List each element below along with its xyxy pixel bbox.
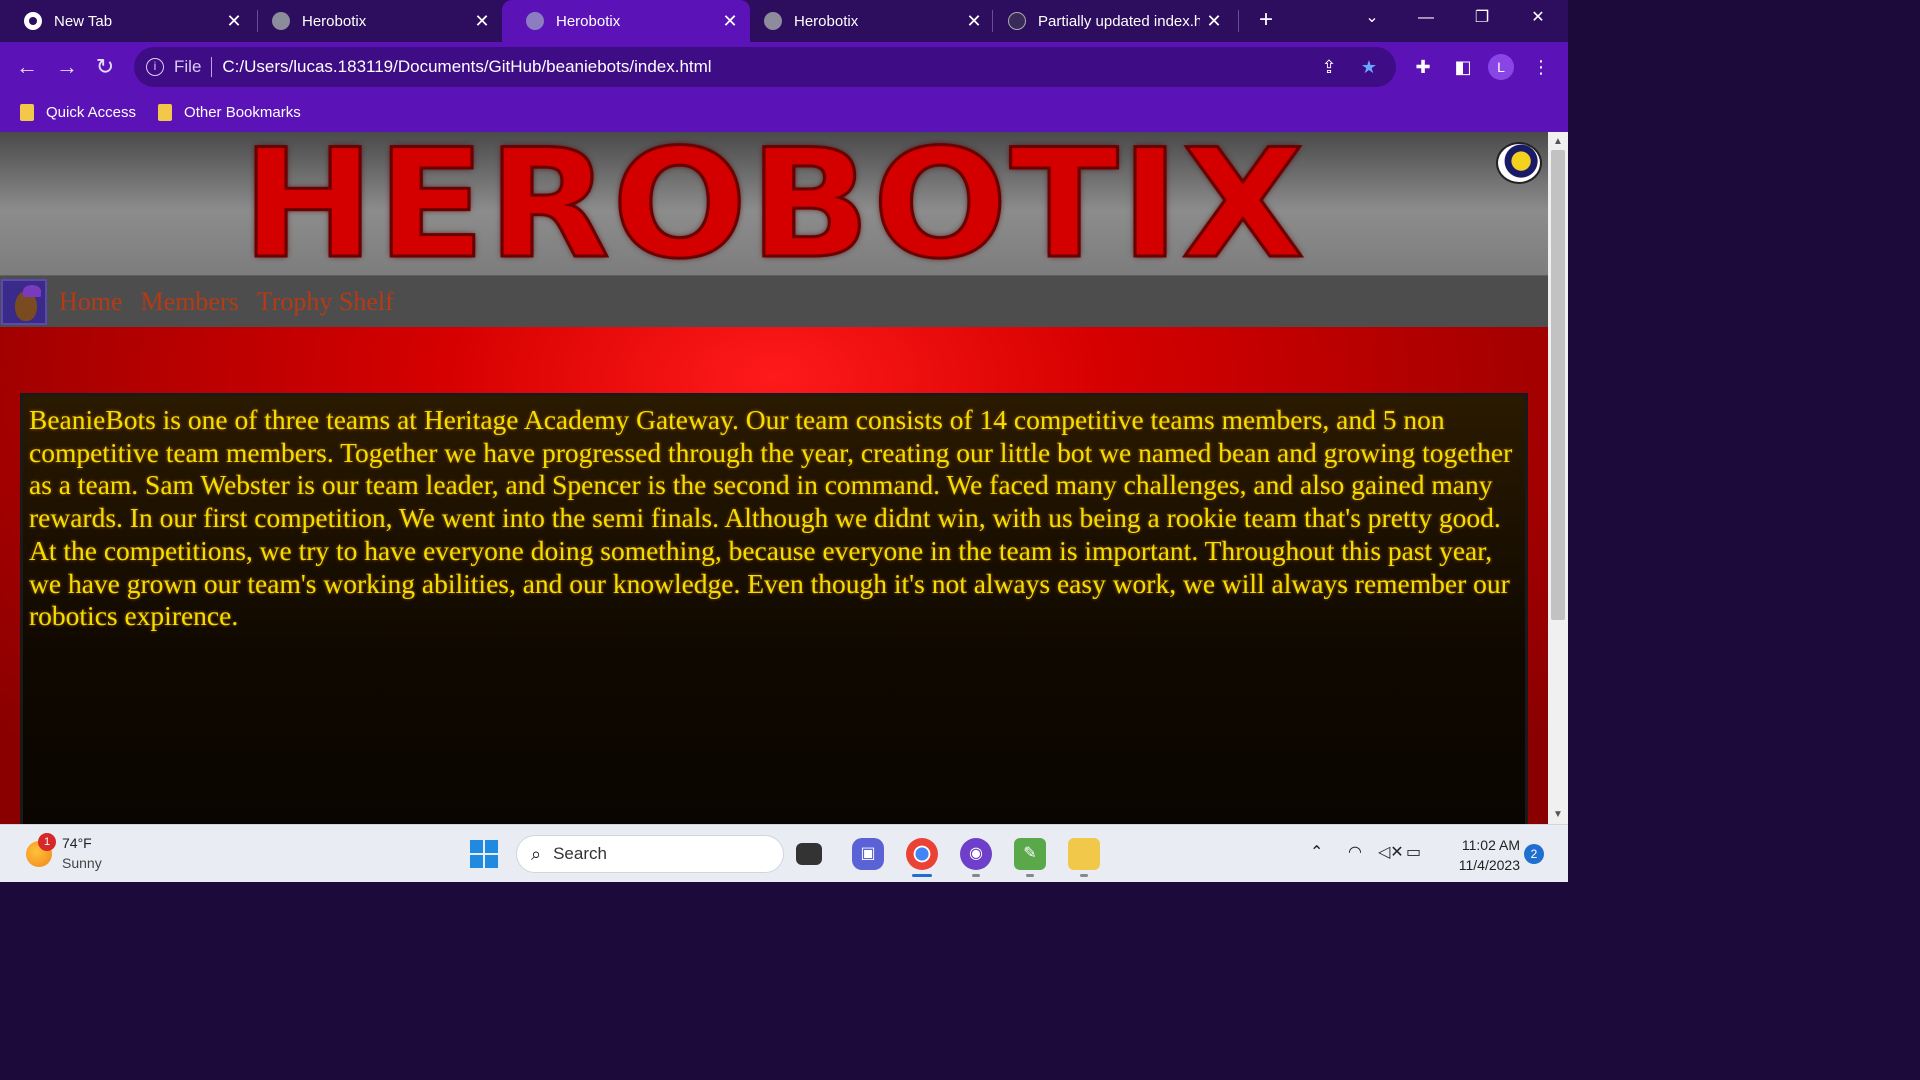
tab-new-tab[interactable]: New Tab ✕ <box>0 0 254 42</box>
menu-icon[interactable]: ⋮ <box>1528 54 1554 80</box>
chrome-icon[interactable] <box>906 838 938 870</box>
running-app-indicator <box>1080 874 1088 877</box>
taskbar-search-box[interactable]: ⌕ Search <box>516 835 784 873</box>
clock-date: 11/4/2023 <box>1458 857 1520 873</box>
close-window-icon[interactable]: ✕ <box>1512 0 1564 36</box>
file-explorer-icon[interactable] <box>1068 838 1100 870</box>
tab-herobotix-3[interactable]: Herobotix ✕ <box>740 0 994 42</box>
nav-home-link[interactable]: Home <box>59 287 123 317</box>
clock-time: 11:02 AM <box>1461 837 1520 853</box>
start-pane <box>485 855 498 868</box>
running-app-indicator <box>1026 874 1034 877</box>
close-icon[interactable]: ✕ <box>1200 11 1228 32</box>
weather-temperature[interactable]: 74°F <box>62 835 92 851</box>
weather-condition[interactable]: Sunny <box>62 855 102 871</box>
tab-herobotix-active[interactable]: Herobotix ✕ <box>502 0 750 42</box>
tab-title: Herobotix <box>794 12 859 30</box>
bookmark-quick-access[interactable]: Quick Access <box>20 103 137 121</box>
start-pane <box>485 840 498 853</box>
forward-arrow-icon[interactable]: → <box>52 52 82 82</box>
about-text-box: BeanieBots is one of three teams at Heri… <box>20 393 1528 824</box>
wifi-icon[interactable]: ◠ <box>1348 842 1362 862</box>
site-title: HEROBOTIX <box>240 132 1307 292</box>
scroll-down-icon[interactable]: ▼ <box>1548 809 1568 820</box>
search-icon: ⌕ <box>531 843 542 864</box>
page-viewport: HEROBOTIX Home Members Trophy Shelf Bean… <box>0 132 1548 824</box>
restore-icon[interactable]: ❐ <box>1456 0 1508 36</box>
folder-icon <box>158 103 173 121</box>
tab-search-icon[interactable]: ⌄ <box>1346 0 1398 36</box>
notepad-icon[interactable]: ✎ <box>1014 838 1046 870</box>
side-panel-icon[interactable]: ◧ <box>1450 54 1476 80</box>
windows-start-icon[interactable] <box>470 840 498 868</box>
globe-icon <box>526 12 544 30</box>
tab-title: New Tab <box>54 12 113 30</box>
tab-title: Herobotix <box>302 12 367 30</box>
tab-title: Herobotix <box>556 12 621 30</box>
globe-icon <box>764 12 782 30</box>
start-pane <box>470 855 483 868</box>
tab-strip: New Tab ✕ Herobotix ✕ Herobotix ✕ Herobo… <box>0 0 1568 42</box>
close-icon[interactable]: ✕ <box>220 11 248 32</box>
reload-icon[interactable]: ↻ <box>90 52 120 82</box>
beanie-shape <box>23 284 41 297</box>
chrome-icon <box>24 12 42 30</box>
scrollbar-thumb[interactable] <box>1551 150 1565 620</box>
site-banner: HEROBOTIX <box>0 132 1548 282</box>
bookmark-label: Quick Access <box>46 103 137 121</box>
github-icon <box>1008 12 1026 30</box>
url-text[interactable]: C:/Users/lucas.183119/Documents/GitHub/b… <box>222 57 1316 77</box>
browser-toolbar: ← → ↻ i File C:/Users/lucas.183119/Docum… <box>0 42 1568 92</box>
address-bar[interactable]: i File C:/Users/lucas.183119/Documents/G… <box>134 47 1396 87</box>
team-logo-icon[interactable] <box>1496 142 1542 184</box>
bookmark-other-bookmarks[interactable]: Other Bookmarks <box>158 103 301 121</box>
site-nav: Home Members Trophy Shelf <box>0 275 1548 327</box>
running-app-indicator <box>972 874 980 877</box>
bookmark-star-icon[interactable]: ★ <box>1356 54 1382 80</box>
task-view-icon[interactable] <box>796 843 822 865</box>
scheme-label: File <box>174 57 202 76</box>
system-clock[interactable]: 11:02 AM 11/4/2023 <box>1440 835 1520 875</box>
bookmark-label: Other Bookmarks <box>184 103 301 121</box>
share-icon[interactable]: ⇪ <box>1316 54 1342 80</box>
nav-members-link[interactable]: Members <box>141 287 239 317</box>
tab-github[interactable]: Partially updated index.h ✕ <box>984 0 1234 42</box>
bean-logo-icon[interactable] <box>1 278 47 325</box>
extensions-icon[interactable]: ✚ <box>1410 54 1436 80</box>
nav-trophy-shelf-link[interactable]: Trophy Shelf <box>257 287 394 317</box>
folder-icon <box>20 103 34 121</box>
new-tab-button[interactable]: + <box>1252 4 1280 36</box>
start-pane <box>470 840 483 853</box>
weather-badge: 1 <box>38 833 56 851</box>
back-arrow-icon[interactable]: ← <box>12 52 42 82</box>
about-paragraph: BeanieBots is one of three teams at Heri… <box>29 404 1513 632</box>
scroll-up-icon[interactable]: ▲ <box>1548 136 1568 147</box>
close-icon[interactable]: ✕ <box>468 11 496 32</box>
search-placeholder: Search <box>553 844 607 863</box>
active-app-indicator <box>912 874 932 877</box>
tab-herobotix-1[interactable]: Herobotix ✕ <box>248 0 502 42</box>
teams-chat-icon[interactable]: ▣ <box>852 838 884 870</box>
minimize-icon[interactable]: — <box>1400 0 1452 36</box>
github-desktop-icon[interactable]: ◉ <box>960 838 992 870</box>
address-divider <box>211 57 213 77</box>
volume-muted-icon[interactable]: ◁✕ <box>1378 842 1404 862</box>
page-scrollbar[interactable]: ▲ ▼ <box>1548 132 1568 824</box>
battery-icon[interactable]: ▭ <box>1406 842 1421 862</box>
tray-overflow-icon[interactable]: ⌃ <box>1310 842 1323 862</box>
windows-taskbar: 1 74°F Sunny ⌕ Search ▣ ◉ ✎ ⌃ ◠ ◁✕ ▭ 11:… <box>0 824 1568 882</box>
tab-title: Partially updated index.h <box>1038 12 1200 30</box>
tab-separator <box>1238 10 1239 32</box>
profile-avatar[interactable]: L <box>1488 54 1514 80</box>
notification-badge[interactable]: 2 <box>1524 844 1544 864</box>
bookmarks-bar: Quick Access Other Bookmarks <box>0 92 1568 132</box>
info-icon[interactable]: i <box>146 58 164 76</box>
globe-icon <box>272 12 290 30</box>
